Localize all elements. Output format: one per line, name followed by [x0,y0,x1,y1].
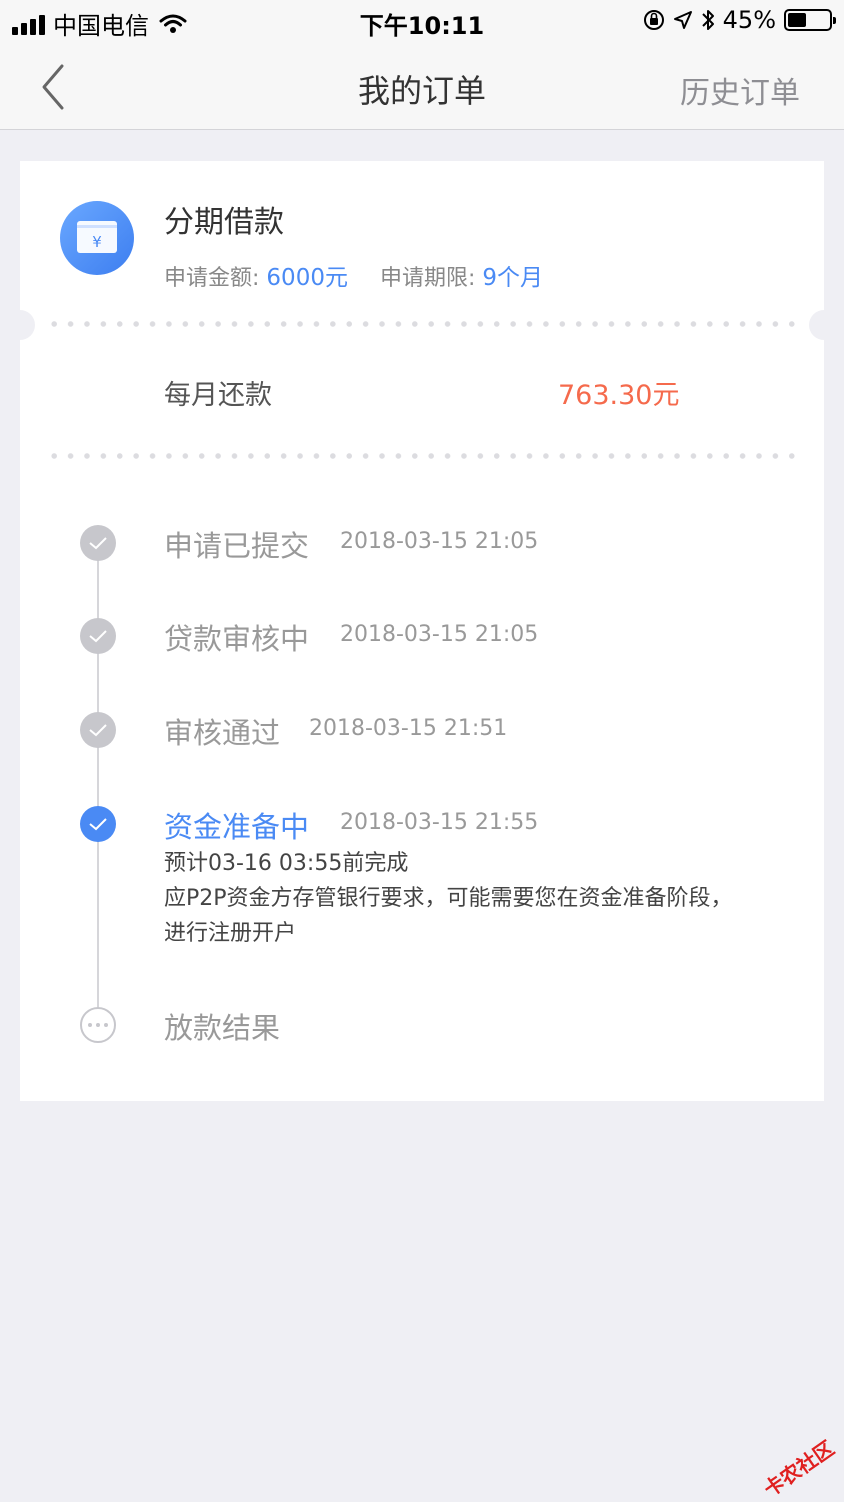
check-icon [80,525,116,561]
more-dots-icon [80,1007,116,1043]
timeline-step-title: 审核通过 [164,710,280,752]
wallet-icon: ¥ [60,201,134,275]
timeline-step-title: 放款结果 [164,1005,280,1047]
timeline-step-title: 申请已提交 [164,523,309,565]
yuan-symbol: ¥ [92,233,102,251]
ticket-notch-right [809,310,839,340]
timeline-step-time: 2018-03-15 21:05 [340,529,538,554]
history-orders-button[interactable]: 历史订单 [680,68,800,112]
timeline-step-time: 2018-03-15 21:05 [340,622,538,647]
timeline-step-note: 应P2P资金方存管银行要求，可能需要您在资金准备阶段，进行注册开户 [164,881,744,951]
check-icon [80,712,116,748]
ticket-notch-left [5,310,35,340]
monthly-payment-label: 每月还款 [164,373,272,412]
orientation-lock-icon [643,9,665,31]
battery-fill [788,13,806,27]
timeline-line [97,543,99,1013]
nav-bar: 我的订单 历史订单 [0,44,844,130]
amount-value: 6000元 [266,265,348,291]
timeline-step-time: 2018-03-15 21:51 [309,716,507,741]
battery-icon [784,9,832,31]
loan-type-title: 分期借款 [164,197,284,241]
timeline-step-estimate: 预计03-16 03:55前完成 [164,846,744,881]
status-bar: 中国电信 下午10:11 45% [0,0,844,44]
monthly-payment-value: 763.30元 [558,373,679,412]
dotted-divider [46,453,798,459]
term-label: 申请期限: [380,266,475,291]
timeline-step-title: 资金准备中 [164,804,309,846]
check-icon [80,806,116,842]
status-right: 45% [643,6,832,34]
term-value: 9个月 [482,265,543,291]
location-icon [673,10,693,30]
timeline-step-title: 贷款审核中 [164,616,309,658]
watermark-logo: 卡农社区 [757,1433,839,1502]
order-card: ¥ 分期借款 申请金额: 6000元 申请期限: 9个月 每月还款 763.30… [20,161,824,1101]
timeline-step-time: 2018-03-15 21:55 [340,810,538,835]
dotted-divider [46,321,798,327]
loan-meta: 申请金额: 6000元 申请期限: 9个月 [164,258,543,292]
bluetooth-icon [701,8,715,32]
battery-percent: 45% [723,6,776,34]
check-icon [80,618,116,654]
amount-label: 申请金额: [164,266,259,291]
